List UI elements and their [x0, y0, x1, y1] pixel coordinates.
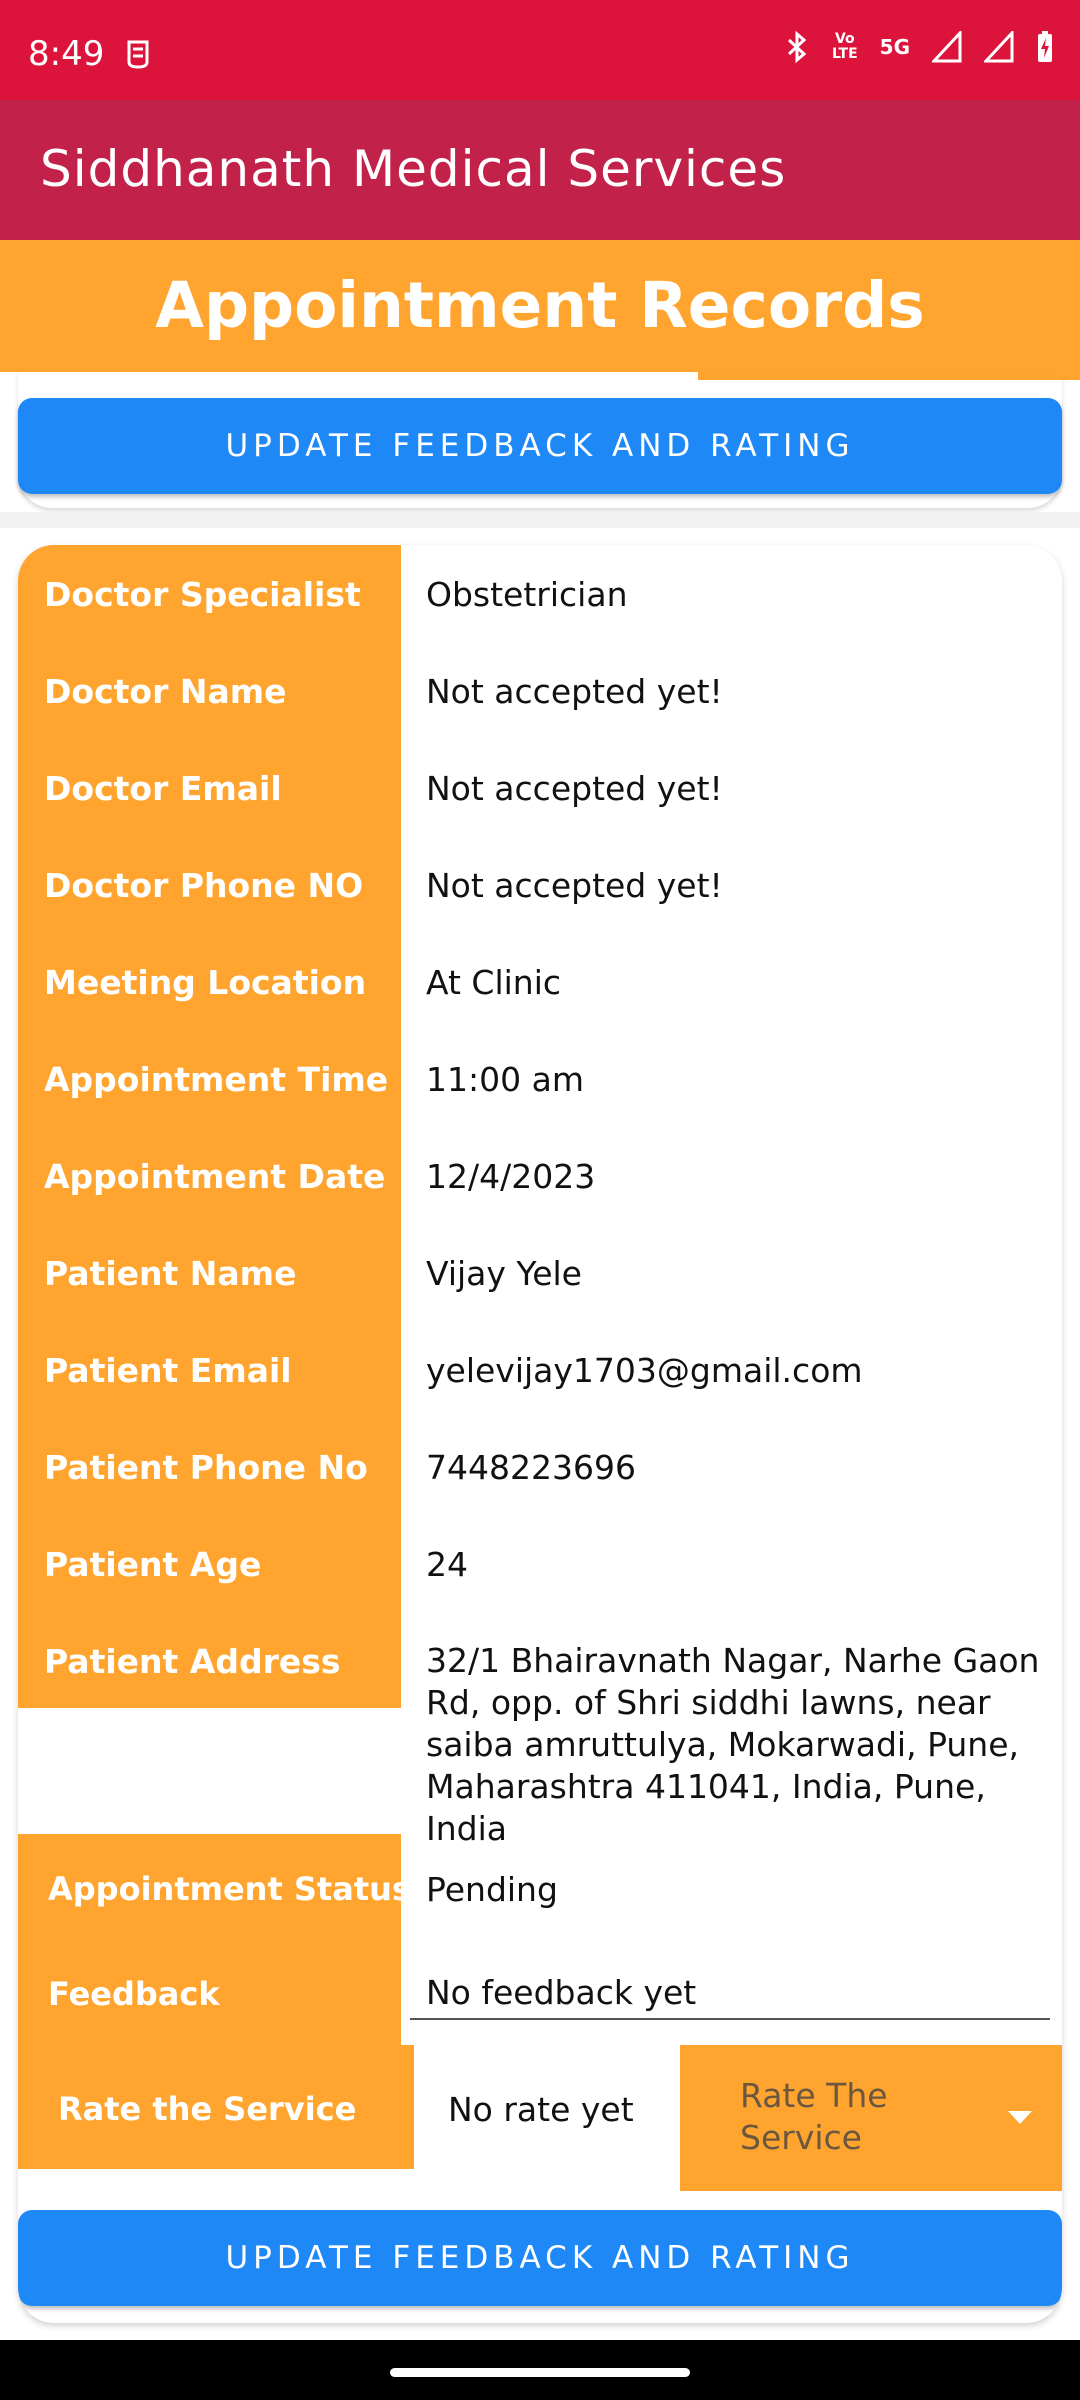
volte-label: Vo: [834, 31, 855, 47]
value-appointment-status: Pending: [426, 1870, 558, 1909]
value-patient-email: yelevijay1703@gmail.com: [426, 1351, 863, 1390]
label-patient-age: Patient Age: [44, 1545, 262, 1584]
value-doctor-phone: Not accepted yet!: [426, 866, 723, 905]
label-appointment-status: Appointment Status: [48, 1870, 411, 1908]
app-title: Siddhanath Medical Services: [40, 140, 787, 198]
chevron-down-icon: [1008, 2111, 1032, 2124]
card-strip: [698, 372, 1080, 380]
value-patient-age: 24: [426, 1545, 468, 1584]
battery-charging-icon: [1036, 30, 1054, 64]
page-title: Appointment Records: [0, 240, 1080, 372]
signal-icon: [932, 31, 962, 63]
label-column-status: [18, 1834, 401, 2045]
5g-icon: 5G: [880, 36, 910, 58]
value-meeting-location: At Clinic: [426, 963, 562, 1002]
value-appointment-time: 11:00 am: [426, 1060, 584, 1099]
label-doctor-specialist: Doctor Specialist: [44, 575, 361, 614]
notification-icon: [124, 36, 152, 70]
value-doctor-email: Not accepted yet!: [426, 769, 723, 808]
label-patient-email: Patient Email: [44, 1351, 292, 1390]
status-time: 8:49: [28, 34, 105, 74]
value-patient-name: Vijay Yele: [426, 1254, 582, 1293]
app-bar: Siddhanath Medical Services: [0, 100, 1080, 240]
label-appointment-date: Appointment Date: [44, 1157, 386, 1196]
appointment-record-card: Doctor Specialist Obstetrician Doctor Na…: [18, 545, 1062, 2323]
volte-lte-icon: Vo LTE: [832, 32, 858, 62]
signal-icon-2: [984, 31, 1014, 63]
value-doctor-specialist: Obstetrician: [426, 575, 628, 614]
label-patient-name: Patient Name: [44, 1254, 297, 1293]
value-rate-service: No rate yet: [448, 2090, 634, 2129]
update-feedback-button[interactable]: UPDATE FEEDBACK AND RATING: [18, 2210, 1062, 2306]
bluetooth-icon: [784, 30, 810, 64]
value-appointment-date: 12/4/2023: [426, 1157, 596, 1196]
feedback-input[interactable]: No feedback yet: [426, 1973, 696, 2012]
label-doctor-phone: Doctor Phone NO: [44, 866, 364, 905]
label-rate-service: Rate the Service: [58, 2090, 357, 2128]
label-column: [18, 545, 401, 1708]
lte-label: LTE: [831, 46, 858, 62]
label-meeting-location: Meeting Location: [44, 963, 367, 1002]
label-feedback: Feedback: [48, 1975, 220, 2013]
rate-dropdown-selected: Rate The Service: [740, 2076, 888, 2157]
value-patient-address: 32/1 Bhairavnath Nagar, Narhe Gaon Rd, o…: [426, 1641, 1040, 1848]
feedback-input-underline: [410, 2018, 1050, 2020]
value-doctor-name: Not accepted yet!: [426, 672, 723, 711]
home-gesture-handle[interactable]: [390, 2368, 690, 2377]
label-patient-address: Patient Address: [44, 1642, 341, 1681]
label-appointment-time: Appointment Time: [44, 1060, 389, 1099]
label-doctor-name: Doctor Name: [44, 672, 287, 711]
status-bar: 8:49 Vo LTE 5G: [0, 0, 1080, 100]
label-doctor-email: Doctor Email: [44, 769, 282, 808]
card-separator: [0, 512, 1080, 528]
label-patient-phone: Patient Phone No: [44, 1448, 368, 1487]
navigation-bar: [0, 2340, 1080, 2400]
update-feedback-button-previous[interactable]: UPDATE FEEDBACK AND RATING: [18, 398, 1062, 494]
rate-service-dropdown[interactable]: Rate The Service: [680, 2045, 1062, 2191]
5g-label: 5G: [879, 35, 910, 59]
value-patient-phone: 7448223696: [426, 1448, 636, 1487]
